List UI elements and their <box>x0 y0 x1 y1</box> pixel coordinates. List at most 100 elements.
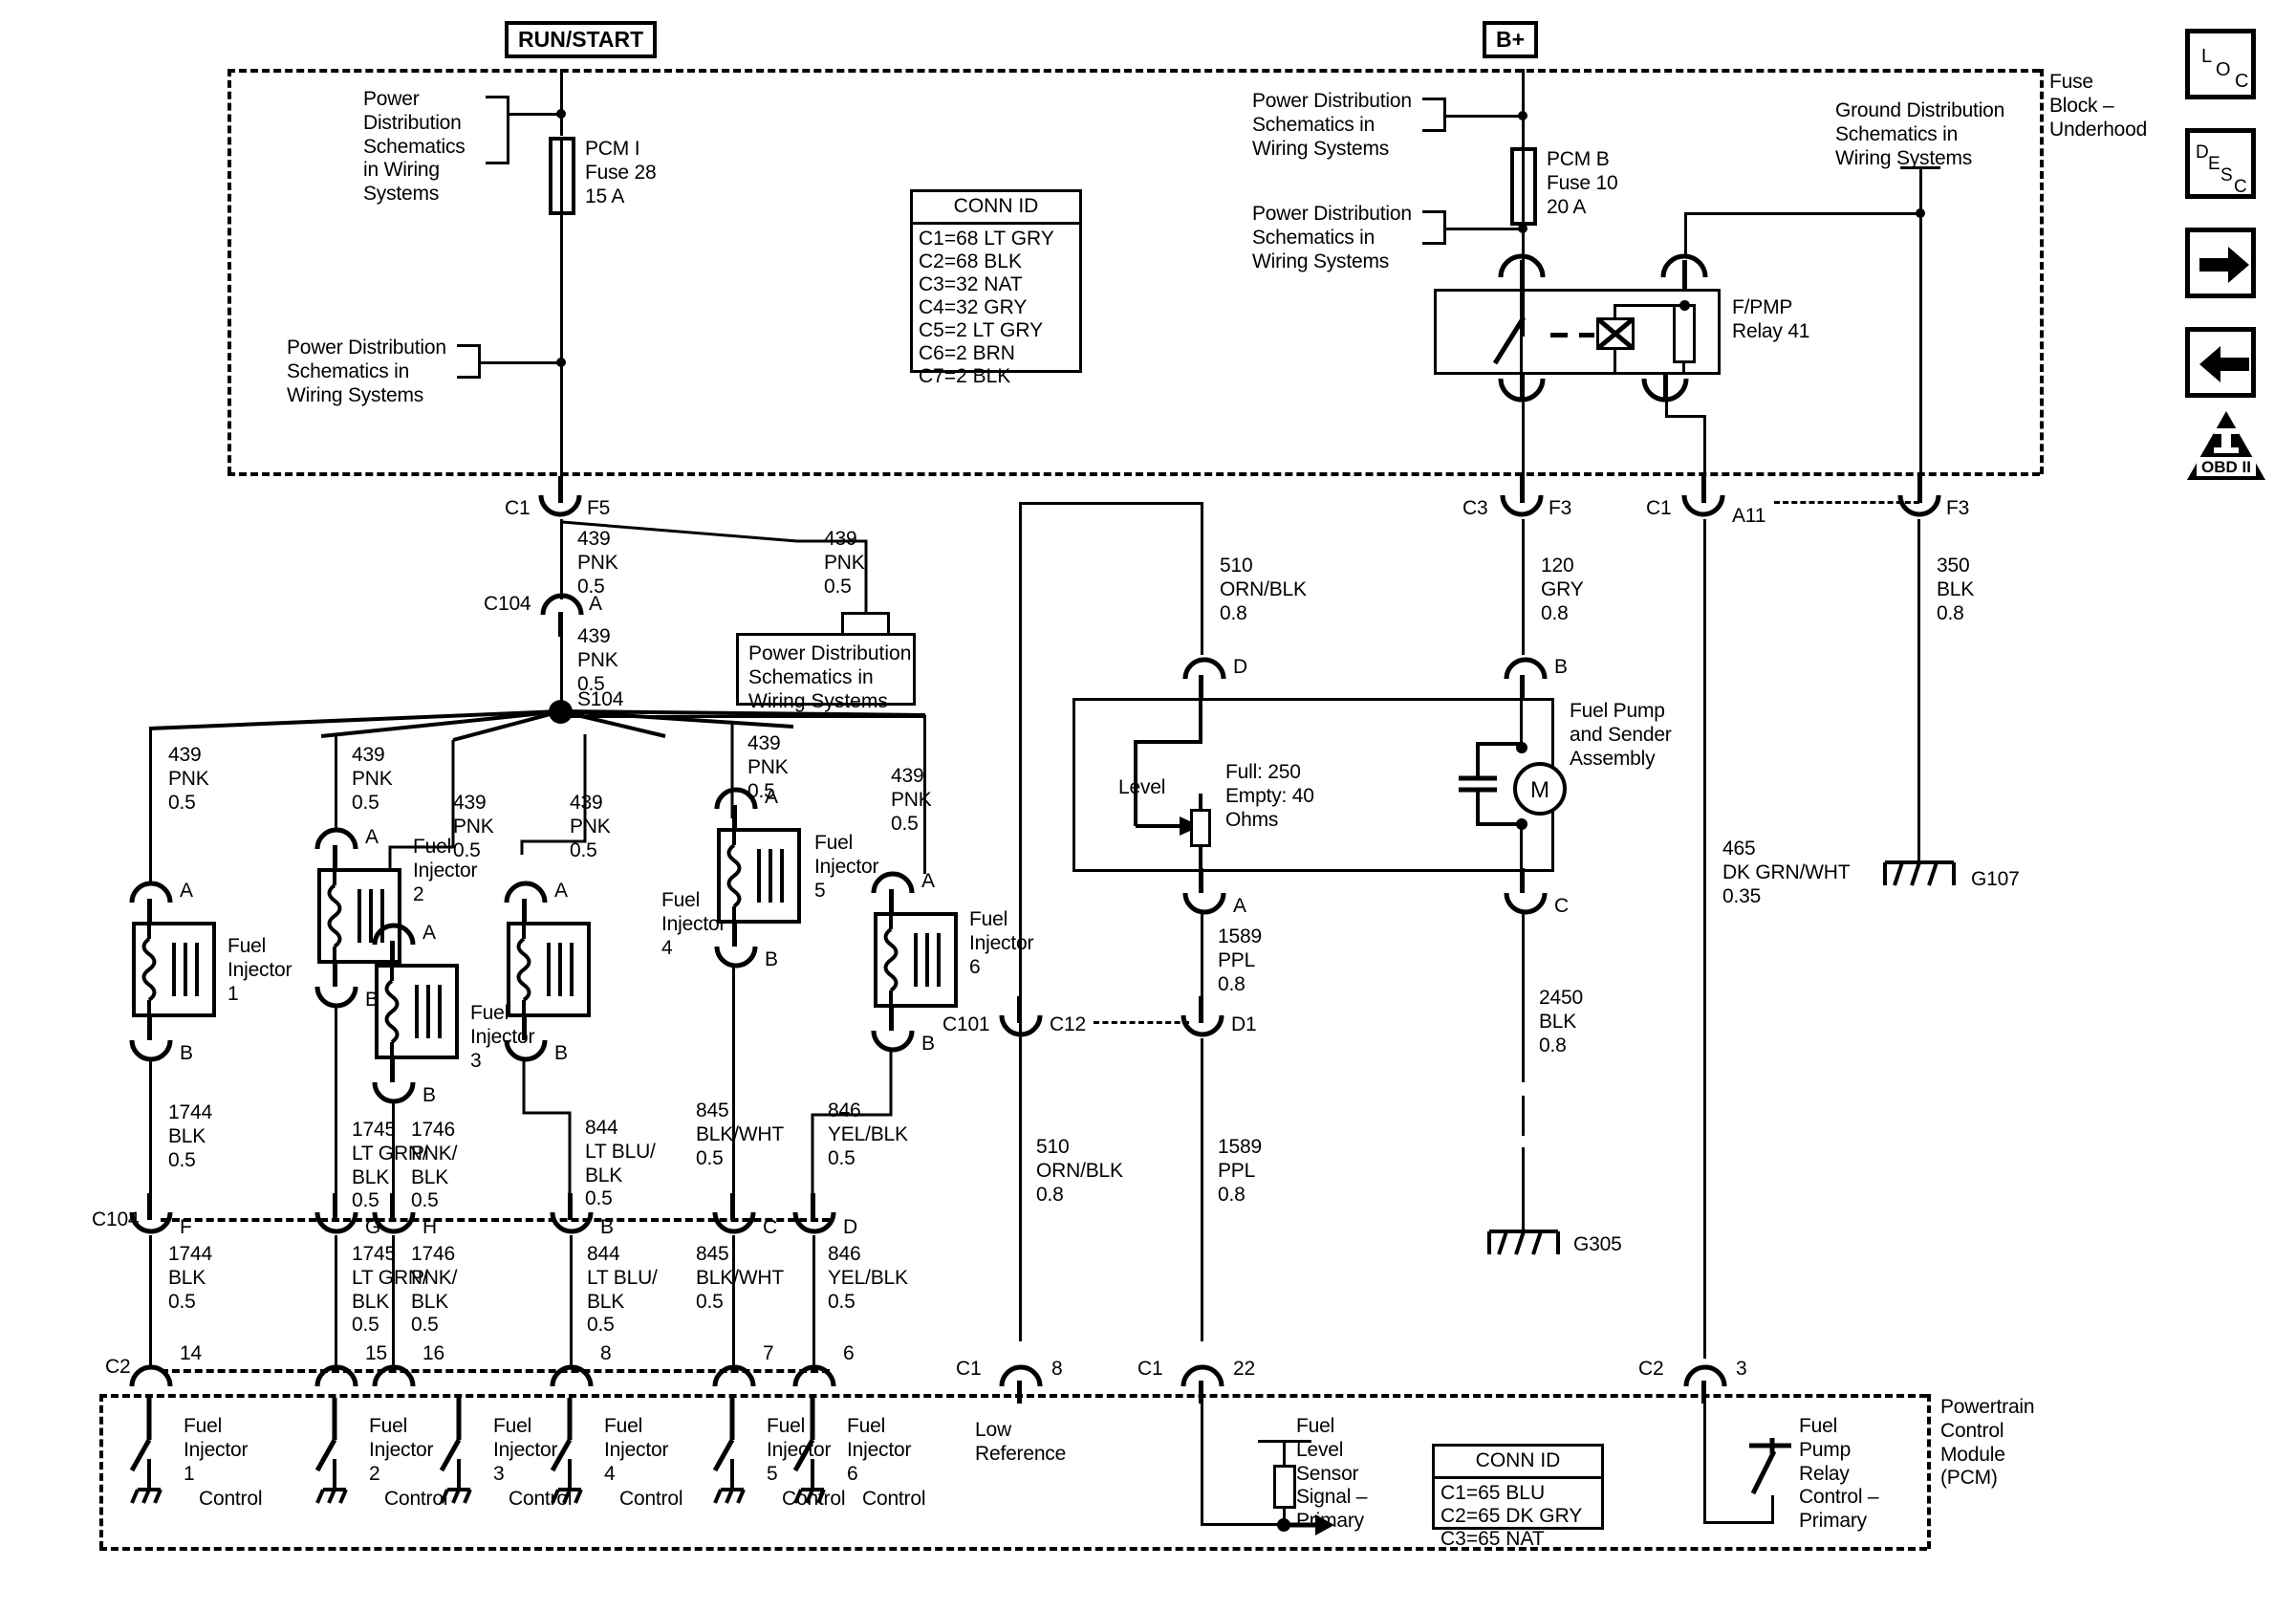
pcm-low-reference-label: Low Reference <box>975 1419 1067 1465</box>
pin-c1-a11-conn: C1 <box>1646 497 1672 519</box>
conn-id-row: C3=32 NAT <box>919 272 1023 295</box>
pd3-bracket-top <box>1422 98 1445 100</box>
inj1-pin-b-arc <box>129 1039 173 1062</box>
c2-pin-7: 7 <box>763 1342 774 1364</box>
w1746-bot-label: 1746 PNK/ BLK 0.5 <box>411 1243 458 1337</box>
w510-low-ref-drop <box>1019 502 1022 1320</box>
c104-pin-h: H <box>422 1216 437 1238</box>
obd2-icon[interactable]: OBD II <box>2185 409 2267 486</box>
fpr-bottom <box>1703 1521 1774 1524</box>
fl-pullup-top-lead <box>1283 1442 1286 1467</box>
injector-2-label: Fuel Injector 2 <box>413 836 478 905</box>
c1-8-arc <box>999 1364 1043 1387</box>
w1744-top-label: 1744 BLK 0.5 <box>168 1101 212 1171</box>
c2-15-arc <box>314 1364 358 1387</box>
inj6-pin-a-label: A <box>921 870 935 892</box>
fuse-block-left-border <box>227 69 231 474</box>
svg-text:C: C <box>2234 177 2247 197</box>
w844-top-label: 844 LT BLU/ BLK 0.5 <box>585 1117 656 1210</box>
pcm-control-4-word: Control <box>619 1488 683 1510</box>
svg-text:OBD II: OBD II <box>2201 458 2251 476</box>
relay-coil-right-feed <box>1684 212 1687 258</box>
c104-a-arc <box>540 593 584 616</box>
fp-pin-d-stub <box>1199 675 1203 700</box>
w510-bot-label: 510 ORN/BLK 0.8 <box>1036 1136 1123 1206</box>
c101-pin-c12: C12 <box>1050 1013 1086 1035</box>
inj5-pin-b-label: B <box>765 948 778 970</box>
w465-wire <box>1703 519 1706 1359</box>
b-plus-feed-wire <box>1522 69 1525 147</box>
conn-id-row: C1=65 BLU <box>1440 1482 1546 1504</box>
c2-3-arc <box>1683 1364 1727 1387</box>
w2450-wire-a <box>1522 914 1525 1082</box>
pcm-control-2-word: Control <box>384 1488 448 1510</box>
svg-text:S: S <box>2220 165 2233 185</box>
fp-motor-top-wire <box>1520 698 1523 748</box>
gd-bracket-left <box>1900 166 1921 169</box>
inj5-pin-b-stub <box>732 922 737 947</box>
pin-c1-a11-arc <box>1681 494 1725 517</box>
inj3-pin-a-stub <box>390 941 395 966</box>
inj2-pin-a-arc <box>314 827 358 850</box>
w120-label: 120 GRY 0.8 <box>1541 555 1584 624</box>
pd4-bracket-v <box>1443 210 1446 245</box>
svg-text:E: E <box>2208 154 2220 174</box>
inj1-coil-glyph <box>141 922 199 1017</box>
c2-14-arc <box>129 1364 173 1387</box>
gd-ref-label: Ground Distribution Schematics in Wiring… <box>1835 99 2005 169</box>
c104-c-arc <box>712 1211 756 1234</box>
loc-icon[interactable]: L O C <box>2185 29 2256 99</box>
c1-8-pin: 8 <box>1051 1358 1063 1380</box>
run-start-feed-wire <box>560 69 563 136</box>
conn-id-box-top: CONN ID C1=68 LT GRY C2=68 BLK C3=32 NAT… <box>910 189 1082 387</box>
junction-dot-relay-coil <box>1679 300 1690 311</box>
fp-capacitor-symbol <box>1459 742 1520 826</box>
w2450-wire-b <box>1522 1147 1525 1231</box>
prev-arrow-icon[interactable] <box>2185 327 2256 398</box>
inj3-pin-a-label: A <box>422 922 436 944</box>
w1744-bot-label: 1744 BLK 0.5 <box>168 1243 212 1313</box>
pd-ref-4-label: Power Distribution Schematics in Wiring … <box>1252 203 1412 272</box>
inj2-pin-b-stub <box>333 962 337 987</box>
pcm-injector-4-label: Fuel Injector 4 <box>604 1415 669 1485</box>
g305-label: G305 <box>1573 1233 1622 1255</box>
fp-pin-c-label: C <box>1554 895 1569 917</box>
g305-ground-symbol <box>1487 1230 1560 1255</box>
c104-pin-b: B <box>600 1216 614 1238</box>
junction-dot-pd3 <box>1518 111 1527 120</box>
pd4-bracket-bot <box>1422 242 1445 245</box>
pd1-bracket-top <box>486 96 509 98</box>
c101-c12-arc <box>999 1014 1043 1037</box>
pcm-injector-6-label: Fuel Injector 6 <box>847 1415 912 1485</box>
svg-text:C: C <box>2235 71 2248 92</box>
inj2-coil-glyph <box>327 868 384 964</box>
inj5-pin-b-arc <box>714 946 758 969</box>
fpr-switch-arm <box>1749 1438 1791 1495</box>
conn-id-pcm-body: C1=65 BLU C2=65 DK GRY C3=65 NAT <box>1435 1479 1601 1555</box>
c1-8-conn: C1 <box>956 1358 982 1380</box>
c104-a-pin: A <box>589 593 602 615</box>
relay-out-right-wire-c <box>1703 415 1706 482</box>
c104-b-arc <box>550 1211 594 1234</box>
pcm-right-border <box>1927 1394 1931 1549</box>
conn-id-row: C2=65 DK GRY <box>1440 1504 1583 1527</box>
w439-i4-label: 439 PNK 0.5 <box>570 792 611 861</box>
pd-ref-2-label: Power Distribution Schematics in Wiring … <box>287 337 446 406</box>
inj3-pin-a-arc <box>372 923 416 946</box>
conn-id-top-body: C1=68 LT GRY C2=68 BLK C3=32 NAT C4=32 G… <box>913 225 1079 392</box>
pd3-bracket-bot <box>1422 129 1445 132</box>
w844-bot-wire <box>570 1235 573 1358</box>
conn-id-row: C1=68 LT GRY <box>919 228 1054 250</box>
g107-ground-symbol <box>1883 860 1956 886</box>
b-plus-tag: B+ <box>1483 21 1539 58</box>
relay-label: F/PMP Relay 41 <box>1732 296 1810 342</box>
inj6-pin-b-stub <box>889 1006 894 1031</box>
fuse-10-inner-line <box>1522 147 1525 226</box>
fp-pin-c-arc <box>1504 892 1548 915</box>
next-arrow-icon[interactable] <box>2185 228 2256 298</box>
relay-dash-a <box>1550 333 1568 337</box>
desc-icon[interactable]: D E S C <box>2185 128 2256 199</box>
conn-id-top-header: CONN ID <box>913 192 1079 225</box>
c2-3-stub <box>1701 1381 1706 1404</box>
pd1-branch-wire <box>507 113 562 116</box>
